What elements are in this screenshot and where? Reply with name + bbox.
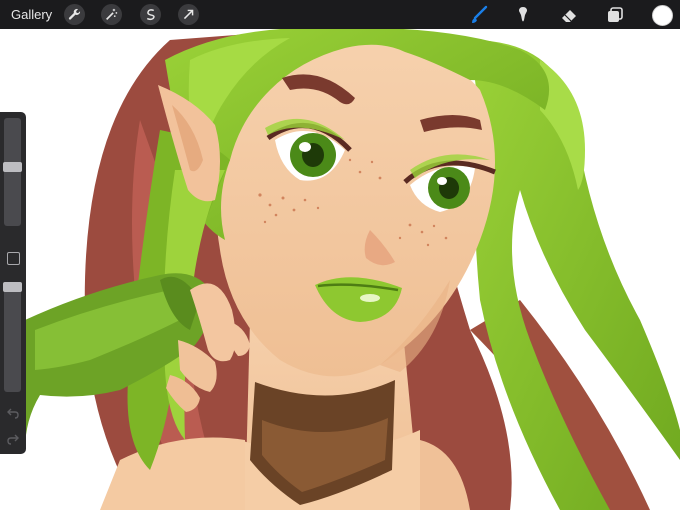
opacity-slider[interactable] (4, 282, 21, 392)
color-picker-button[interactable] (652, 5, 673, 26)
smudge-icon[interactable] (511, 3, 535, 27)
wrench-icon[interactable] (64, 4, 85, 25)
brush-icon[interactable] (467, 3, 491, 27)
left-sidebar (0, 112, 26, 454)
gallery-button[interactable]: Gallery (11, 0, 52, 29)
drawing-canvas[interactable] (0, 0, 680, 510)
layers-icon[interactable] (603, 3, 627, 27)
modifier-button[interactable] (7, 252, 20, 265)
brush-size-thumb[interactable] (3, 162, 22, 173)
magic-wand-icon[interactable] (101, 4, 122, 25)
selection-icon[interactable] (140, 4, 161, 25)
eraser-icon[interactable] (557, 3, 581, 27)
redo-icon[interactable] (5, 432, 21, 446)
top-toolbar: Gallery (0, 0, 680, 29)
opacity-thumb[interactable] (3, 282, 22, 292)
transform-arrow-icon[interactable] (178, 4, 199, 25)
undo-icon[interactable] (5, 406, 21, 420)
